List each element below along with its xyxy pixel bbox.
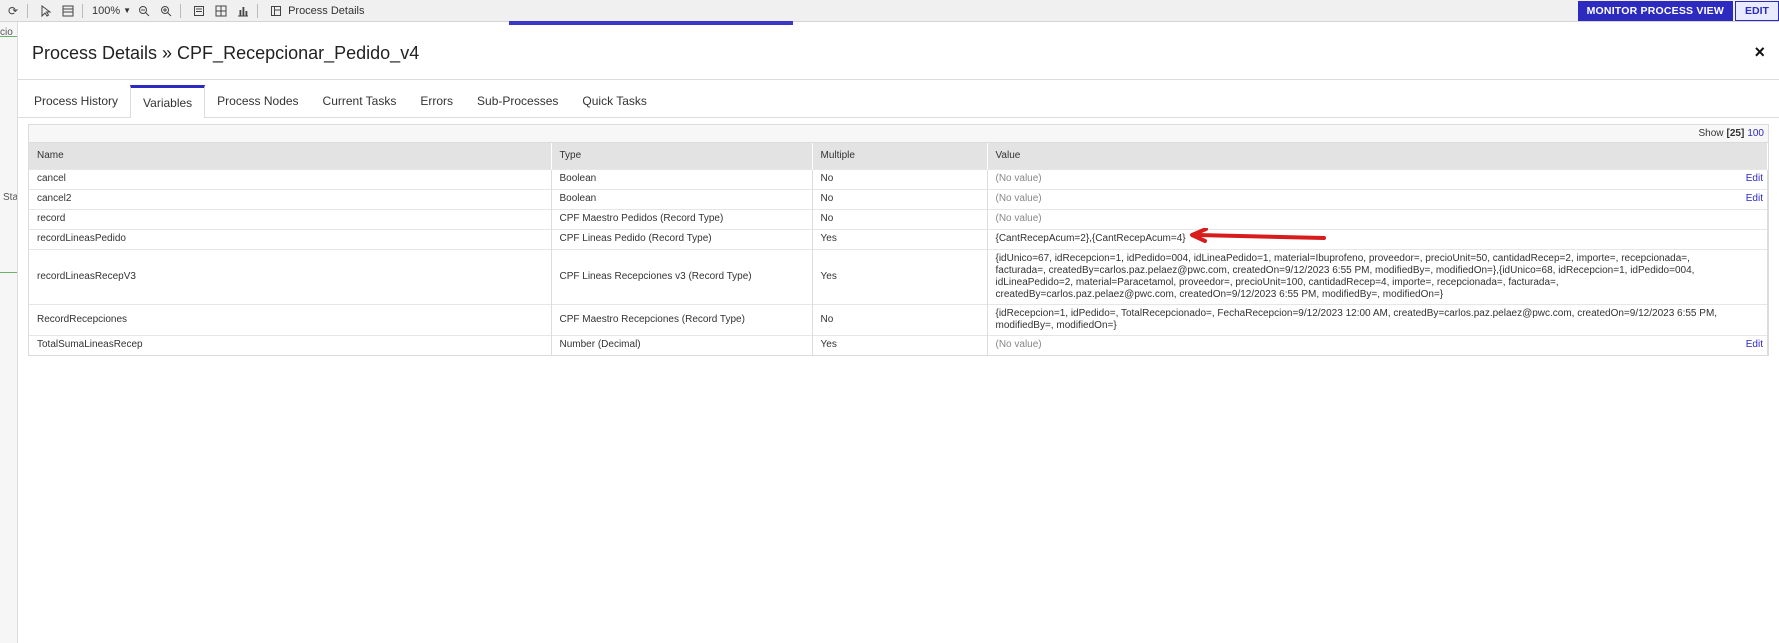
value-text: {idUnico=67, idRecepcion=1, idPedido=004… [995,252,1695,300]
cell-multiple: Yes [812,228,988,249]
document-icon[interactable] [190,2,208,20]
refresh-icon[interactable]: ⟳ [4,2,22,20]
toolbar-separator [82,3,83,18]
table-row: TotalSumaLineasRecep Number (Decimal) Ye… [29,334,1768,355]
cell-value: (No value) [987,208,1768,229]
cell-multiple: No [812,303,988,335]
edit-link[interactable]: Edit [1746,193,1763,205]
zoom-out-icon[interactable] [135,2,153,20]
pagination-control: Show [25] 100 [29,125,1768,143]
annotation-arrow-icon [1190,228,1326,243]
edit-link[interactable]: Edit [1746,173,1763,185]
column-header-multiple[interactable]: Multiple [812,143,988,169]
cell-value: (No value) Edit [987,334,1768,355]
cell-type: CPF Maestro Pedidos (Record Type) [551,208,813,229]
cell-value: (No value) Edit [987,168,1768,189]
variables-panel: Show [25] 100 Name Type Multiple Value c… [28,124,1769,356]
tab-current-tasks[interactable]: Current Tasks [311,85,409,117]
value-text: {CantRecepAcum=2},{CantRecepAcum=4} [995,233,1186,244]
tab-process-nodes[interactable]: Process Nodes [205,85,310,117]
zoom-value: 100% [92,4,121,17]
tab-bar: Process History Variables Process Nodes … [18,85,1779,118]
edit-link[interactable]: Edit [1746,339,1763,351]
cell-type: Boolean [551,188,813,209]
monitor-process-view-button[interactable]: MONITOR PROCESS VIEW [1577,1,1733,21]
toolbar-separator [180,3,182,18]
dialog-header: Process Details » CPF_Recepcionar_Pedido… [18,27,1779,80]
bar-chart-icon[interactable] [234,2,252,20]
edit-mode-button[interactable]: EDIT [1735,1,1779,21]
table-row: RecordRecepciones CPF Maestro Recepcione… [29,303,1768,335]
value-text: (No value) [995,173,1042,184]
dialog-title: Process Details » CPF_Recepcionar_Pedido… [32,42,420,63]
toolbar-separator [257,3,259,18]
column-header-name[interactable]: Name [29,143,552,169]
cell-name: recordLineasRecepV3 [29,248,552,304]
cell-multiple: Yes [812,334,988,355]
cell-multiple: No [812,168,988,189]
process-details-dialog: Process Details » CPF_Recepcionar_Pedido… [18,27,1779,643]
close-icon[interactable]: × [1754,42,1765,63]
grid-table-icon[interactable] [59,2,77,20]
tab-variables[interactable]: Variables [130,85,206,118]
cell-value: {idUnico=67, idRecepcion=1, idPedido=004… [987,248,1768,304]
tab-errors[interactable]: Errors [408,85,465,117]
cell-name: record [29,208,552,229]
cell-multiple: No [812,188,988,209]
tab-sub-processes[interactable]: Sub-Processes [465,85,570,117]
column-header-type[interactable]: Type [551,143,813,169]
toolbar-title: Process Details [288,4,365,17]
value-text: {idRecepcion=1, idPedido=, TotalRecepcio… [995,307,1718,331]
tab-quick-tasks[interactable]: Quick Tasks [570,85,658,117]
pointer-icon[interactable] [37,2,55,20]
layout-grid-icon[interactable] [212,2,230,20]
cell-type: Boolean [551,168,813,189]
table-row: cancel2 Boolean No (No value) Edit [29,188,1768,209]
column-header-value[interactable]: Value [987,143,1768,169]
cell-type: CPF Maestro Recepciones (Record Type) [551,303,813,335]
cell-type: CPF Lineas Pedido (Record Type) [551,228,813,249]
cell-name: cancel2 [29,188,552,209]
cell-name: TotalSumaLineasRecep [29,334,552,355]
tab-process-history[interactable]: Process History [22,85,130,117]
chevron-down-icon: ▼ [123,6,132,15]
cell-name: RecordRecepciones [29,303,552,335]
zoom-in-icon[interactable] [157,2,175,20]
cell-multiple: No [812,208,988,229]
cell-value: {CantRecepAcum=2},{CantRecepAcum=4} [987,228,1768,249]
cell-value: (No value) Edit [987,188,1768,209]
table-row: record CPF Maestro Pedidos (Record Type)… [29,208,1768,229]
page-size-current: [25] [1726,128,1745,139]
table-header-row: Name Type Multiple Value [29,143,1768,169]
background-page-strip: cio Sta [0,22,18,643]
table-row: cancel Boolean No (No value) Edit [29,168,1768,189]
variables-table: Name Type Multiple Value cancel Boolean … [29,143,1768,355]
cell-name: cancel [29,168,552,189]
cell-type: CPF Lineas Recepciones v3 (Record Type) [551,248,813,304]
page-size-option-100[interactable]: 100 [1747,128,1764,139]
cell-value: {idRecepcion=1, idPedido=, TotalRecepcio… [987,303,1768,335]
divider [0,36,17,37]
cell-type: Number (Decimal) [551,334,813,355]
loading-progress-strip [509,21,793,25]
zoom-select[interactable]: 100% ▼ [92,5,131,17]
table-row: recordLineasRecepV3 CPF Lineas Recepcion… [29,248,1768,304]
value-text: (No value) [995,339,1042,351]
background-text: Sta [3,192,18,203]
details-icon [267,2,285,20]
toolbar: ⟳ 100% ▼ Process Details [0,0,1779,22]
divider [0,272,17,273]
table-row: recordLineasPedido CPF Lineas Pedido (Re… [29,228,1768,249]
show-label: Show [1698,128,1724,139]
value-text: (No value) [995,213,1042,224]
cell-multiple: Yes [812,248,988,304]
process-details-toolbar-button[interactable]: Process Details [267,2,364,20]
value-text: (No value) [995,193,1042,204]
toolbar-separator [27,3,28,18]
cell-name: recordLineasPedido [29,228,552,249]
